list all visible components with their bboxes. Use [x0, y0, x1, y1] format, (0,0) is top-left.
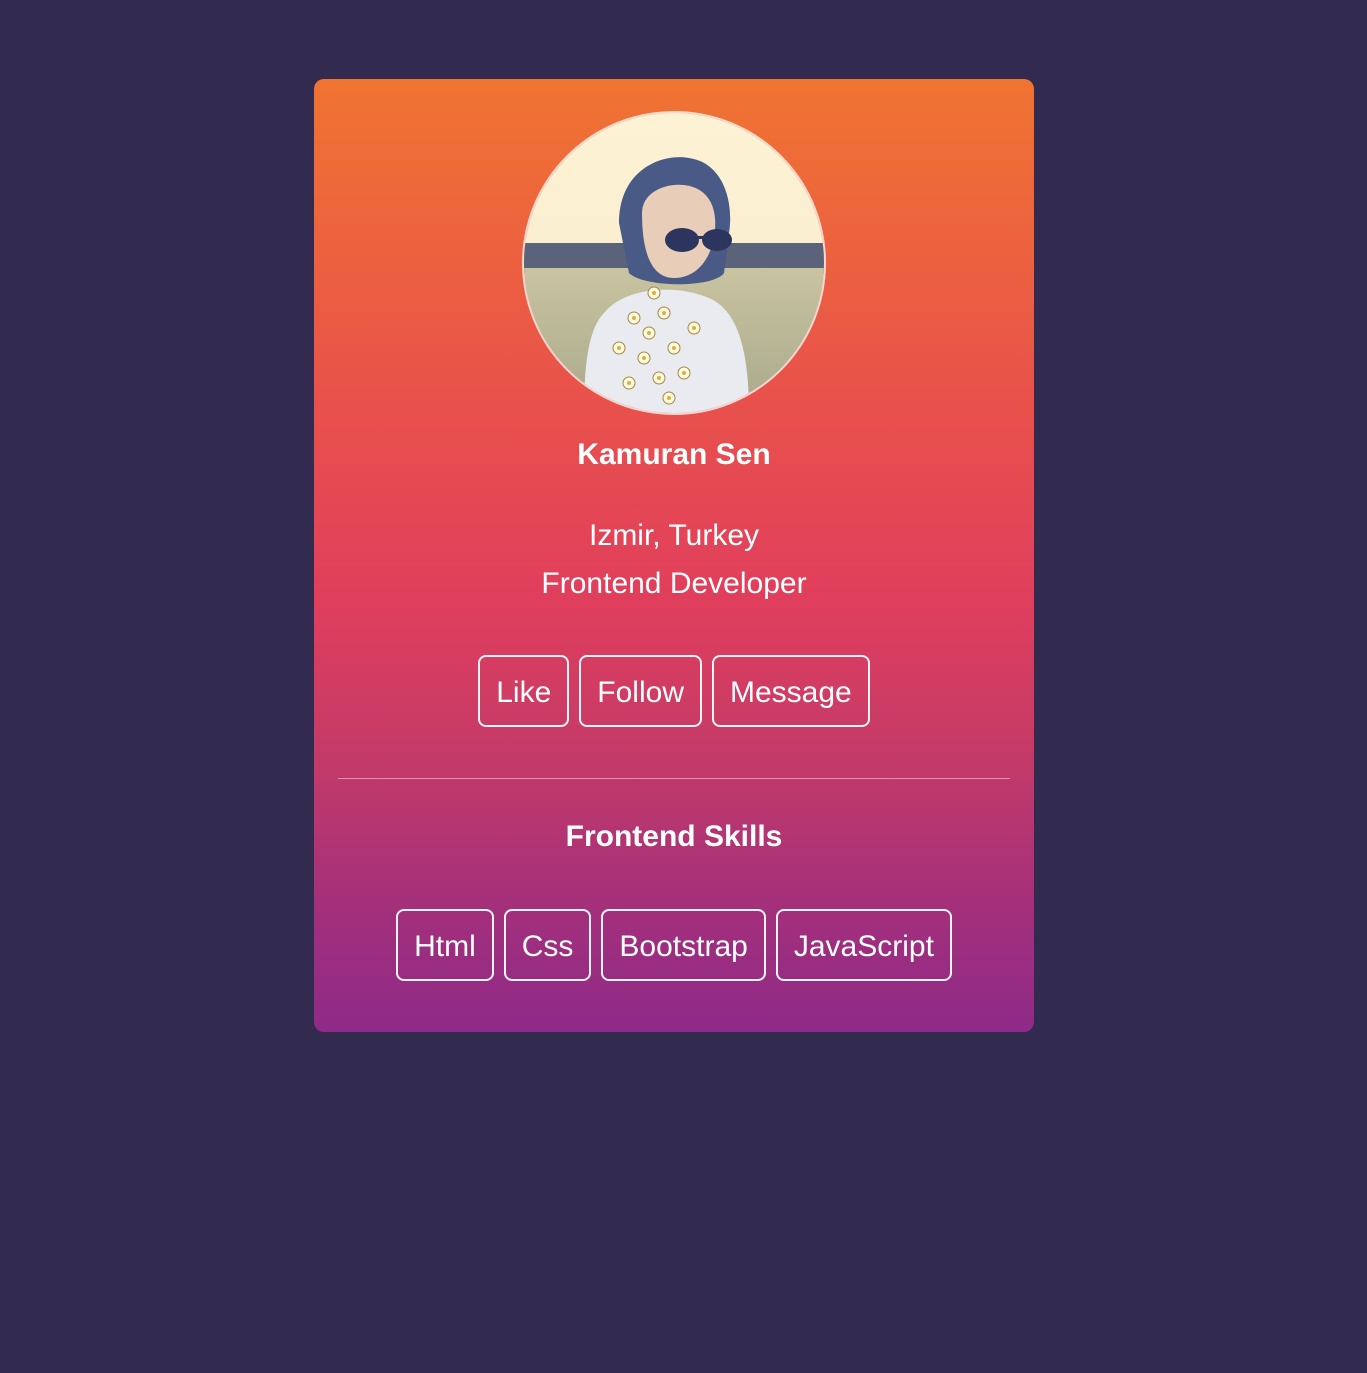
- message-button[interactable]: Message: [712, 655, 870, 727]
- follow-button[interactable]: Follow: [579, 655, 702, 727]
- skill-html-button[interactable]: Html: [396, 909, 494, 981]
- skill-css-button[interactable]: Css: [503, 909, 592, 981]
- profile-card: Kamuran Sen Izmir, Turkey Frontend Devel…: [314, 79, 1034, 1032]
- profile-name: Kamuran Sen: [577, 438, 771, 471]
- like-button[interactable]: Like: [478, 655, 570, 727]
- action-buttons: Like Follow Message: [314, 655, 1034, 727]
- profile-role: Frontend Developer: [541, 567, 807, 600]
- skills-list: Html Css Bootstrap JavaScript: [314, 909, 1034, 981]
- avatar: [522, 111, 826, 415]
- divider: [338, 778, 1010, 779]
- skill-bootstrap-button[interactable]: Bootstrap: [601, 909, 766, 981]
- skill-javascript-button[interactable]: JavaScript: [775, 909, 952, 981]
- profile-location: Izmir, Turkey: [588, 519, 760, 552]
- skills-title: Frontend Skills: [565, 820, 783, 853]
- avatar-photo: [524, 113, 824, 413]
